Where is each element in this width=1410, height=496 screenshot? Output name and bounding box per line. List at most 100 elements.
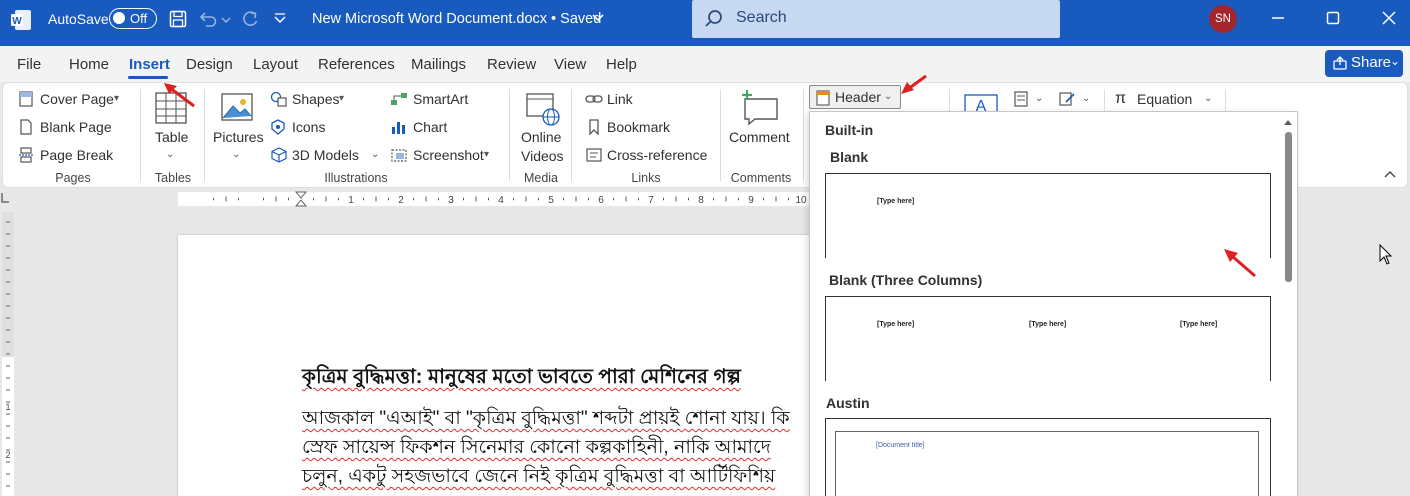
tab-selector-icon[interactable]	[0, 190, 16, 208]
3d-models-button[interactable]: 3D Models	[292, 147, 359, 163]
document-line-1[interactable]: আজকাল "এআই" বা "কৃত্রিম বুদ্ধিমত্তা" শব্…	[302, 404, 790, 436]
icons-button[interactable]: Icons	[292, 119, 325, 135]
screenshot-button[interactable]: Screenshot	[413, 147, 484, 163]
tab-review[interactable]: Review	[487, 56, 536, 73]
ribbon-tabs: File Home Insert Design Layout Reference…	[0, 46, 1410, 82]
maximize-icon[interactable]	[1321, 6, 1345, 30]
group-divider	[204, 89, 205, 181]
austin-header-option[interactable]: [Document title]	[825, 418, 1271, 496]
avatar[interactable]: SN	[1209, 5, 1237, 33]
tab-insert[interactable]: Insert	[129, 56, 170, 73]
header-label: Header	[835, 89, 881, 105]
blank-page-icon	[20, 119, 32, 135]
equation-chevron-icon[interactable]: ⌄	[1204, 93, 1212, 104]
group-label-comments: Comments	[730, 171, 792, 185]
page-break-button[interactable]: Page Break	[40, 147, 113, 163]
autosave-toggle[interactable]: Off	[109, 8, 157, 29]
tab-home[interactable]: Home	[69, 56, 109, 73]
title-bar: W AutoSave Off New Microsoft Word Docume…	[0, 0, 1410, 46]
tab-mailings[interactable]: Mailings	[411, 56, 466, 73]
document-heading[interactable]: কৃত্রিম বুদ্ধিমত্তা: মানুষের মতো ভাবতে প…	[302, 362, 741, 395]
share-chevron-icon: ⌄	[1390, 54, 1401, 68]
three-col-placeholder-center: [Type here]	[1029, 321, 1067, 328]
screenshot-chevron-icon[interactable]: ▾	[484, 149, 489, 160]
share-icon	[1333, 56, 1347, 70]
document-line-3[interactable]: চলুন, একটু সহজভাবে জেনে নিই কৃত্রিম বুদ্…	[302, 462, 775, 494]
three-col-placeholder-left: [Type here]	[877, 321, 915, 328]
cover-page-icon	[19, 91, 33, 107]
undo-icon[interactable]	[198, 9, 218, 29]
tab-view[interactable]: View	[554, 56, 586, 73]
svg-text:W: W	[12, 16, 22, 27]
blank-header-title: Blank	[830, 149, 869, 165]
document-page[interactable]: কৃত্রিম বুদ্ধিমত্তা: মানুষের মতো ভাবতে প…	[178, 235, 818, 496]
comment-icon	[742, 90, 778, 125]
tab-layout[interactable]: Layout	[253, 56, 298, 73]
ruler-tick-label: 1	[348, 195, 354, 206]
header-button[interactable]: Header ⌄	[809, 85, 901, 109]
tab-file[interactable]: File	[17, 56, 41, 73]
dropdown-scrollbar[interactable]	[1281, 116, 1295, 496]
equation-button[interactable]: Equation	[1137, 91, 1192, 107]
header-icon	[816, 90, 830, 106]
ruler-tick-label: 5	[548, 195, 554, 206]
scrollbar-thumb[interactable]	[1285, 132, 1292, 282]
blank-header-option[interactable]: [Type here]	[825, 173, 1271, 258]
collapse-ribbon-icon[interactable]	[1383, 169, 1397, 181]
save-icon[interactable]	[168, 9, 188, 29]
smartart-button[interactable]: SmartArt	[413, 91, 468, 107]
header-chevron-icon: ⌄	[884, 91, 893, 102]
word-logo-icon[interactable]: W	[10, 9, 32, 31]
redo-icon[interactable]	[240, 9, 260, 29]
online-videos-label-2[interactable]: Videos	[521, 148, 564, 164]
signature-chevron-icon[interactable]: ⌄	[1082, 93, 1090, 104]
table-button[interactable]: Table	[155, 129, 188, 145]
chart-icon	[392, 122, 405, 134]
chart-button[interactable]: Chart	[413, 119, 447, 135]
minimize-icon[interactable]	[1266, 6, 1290, 30]
ruler-tick-label: 8	[698, 195, 704, 206]
ruler-tick-label: 3	[448, 195, 454, 206]
scroll-up-icon[interactable]	[1283, 118, 1293, 126]
shapes-button[interactable]: Shapes	[292, 91, 339, 107]
signature-line-icon[interactable]	[1059, 91, 1075, 107]
ruler-tick-label: 9	[748, 195, 754, 206]
vertical-ruler[interactable]: 12	[0, 212, 16, 496]
comment-button[interactable]: Comment	[729, 129, 790, 145]
cover-page-button[interactable]: Cover Page	[40, 91, 114, 107]
customize-quick-access-icon[interactable]	[272, 9, 288, 29]
document-line-2[interactable]: স্রেফ সায়েন্স ফিকশন সিনেমার কোনো কল্পকা…	[302, 433, 771, 465]
three-columns-header-option[interactable]: [Type here] [Type here] [Type here]	[825, 296, 1271, 381]
online-videos-label-1[interactable]: Online	[521, 129, 561, 145]
equation-icon[interactable]: π	[1115, 90, 1126, 108]
quick-parts-chevron-icon[interactable]: ⌄	[1035, 93, 1043, 104]
share-button[interactable]: Share ⌄	[1325, 50, 1403, 77]
group-divider	[571, 89, 572, 181]
cross-reference-button[interactable]: Cross-reference	[607, 147, 707, 163]
3d-models-chevron-icon[interactable]: ⌄	[371, 149, 379, 160]
pictures-button[interactable]: Pictures	[213, 129, 264, 145]
pictures-chevron-icon[interactable]: ⌄	[232, 149, 240, 160]
undo-dropdown-icon[interactable]	[220, 9, 232, 29]
table-chevron-icon[interactable]: ⌄	[166, 149, 174, 160]
search-box[interactable]: Search	[692, 0, 1060, 38]
close-icon[interactable]	[1377, 6, 1401, 30]
annotation-arrow-icon	[1224, 249, 1256, 278]
link-button[interactable]: Link	[607, 91, 633, 107]
tab-help[interactable]: Help	[606, 56, 637, 73]
document-title[interactable]: New Microsoft Word Document.docx • Saved	[312, 11, 601, 27]
ruler-tick-label: 6	[598, 195, 604, 206]
shapes-chevron-icon[interactable]: ▾	[339, 93, 344, 104]
blank-page-button[interactable]: Blank Page	[40, 119, 112, 135]
chevron-down-icon[interactable]	[590, 10, 606, 26]
quick-parts-icon[interactable]	[1013, 91, 1029, 107]
cover-page-chevron-icon[interactable]: ▾	[114, 93, 119, 104]
group-label-media: Media	[523, 171, 559, 185]
bookmark-button[interactable]: Bookmark	[607, 119, 670, 135]
group-label-illustrations: Illustrations	[324, 171, 388, 185]
mouse-cursor-icon	[1379, 244, 1393, 265]
tab-references[interactable]: References	[318, 56, 395, 73]
icons-icon	[271, 119, 285, 135]
horizontal-ruler[interactable]: 1 2 3 4 5 6 7 8 9 10	[178, 190, 810, 208]
tab-design[interactable]: Design	[186, 56, 233, 73]
